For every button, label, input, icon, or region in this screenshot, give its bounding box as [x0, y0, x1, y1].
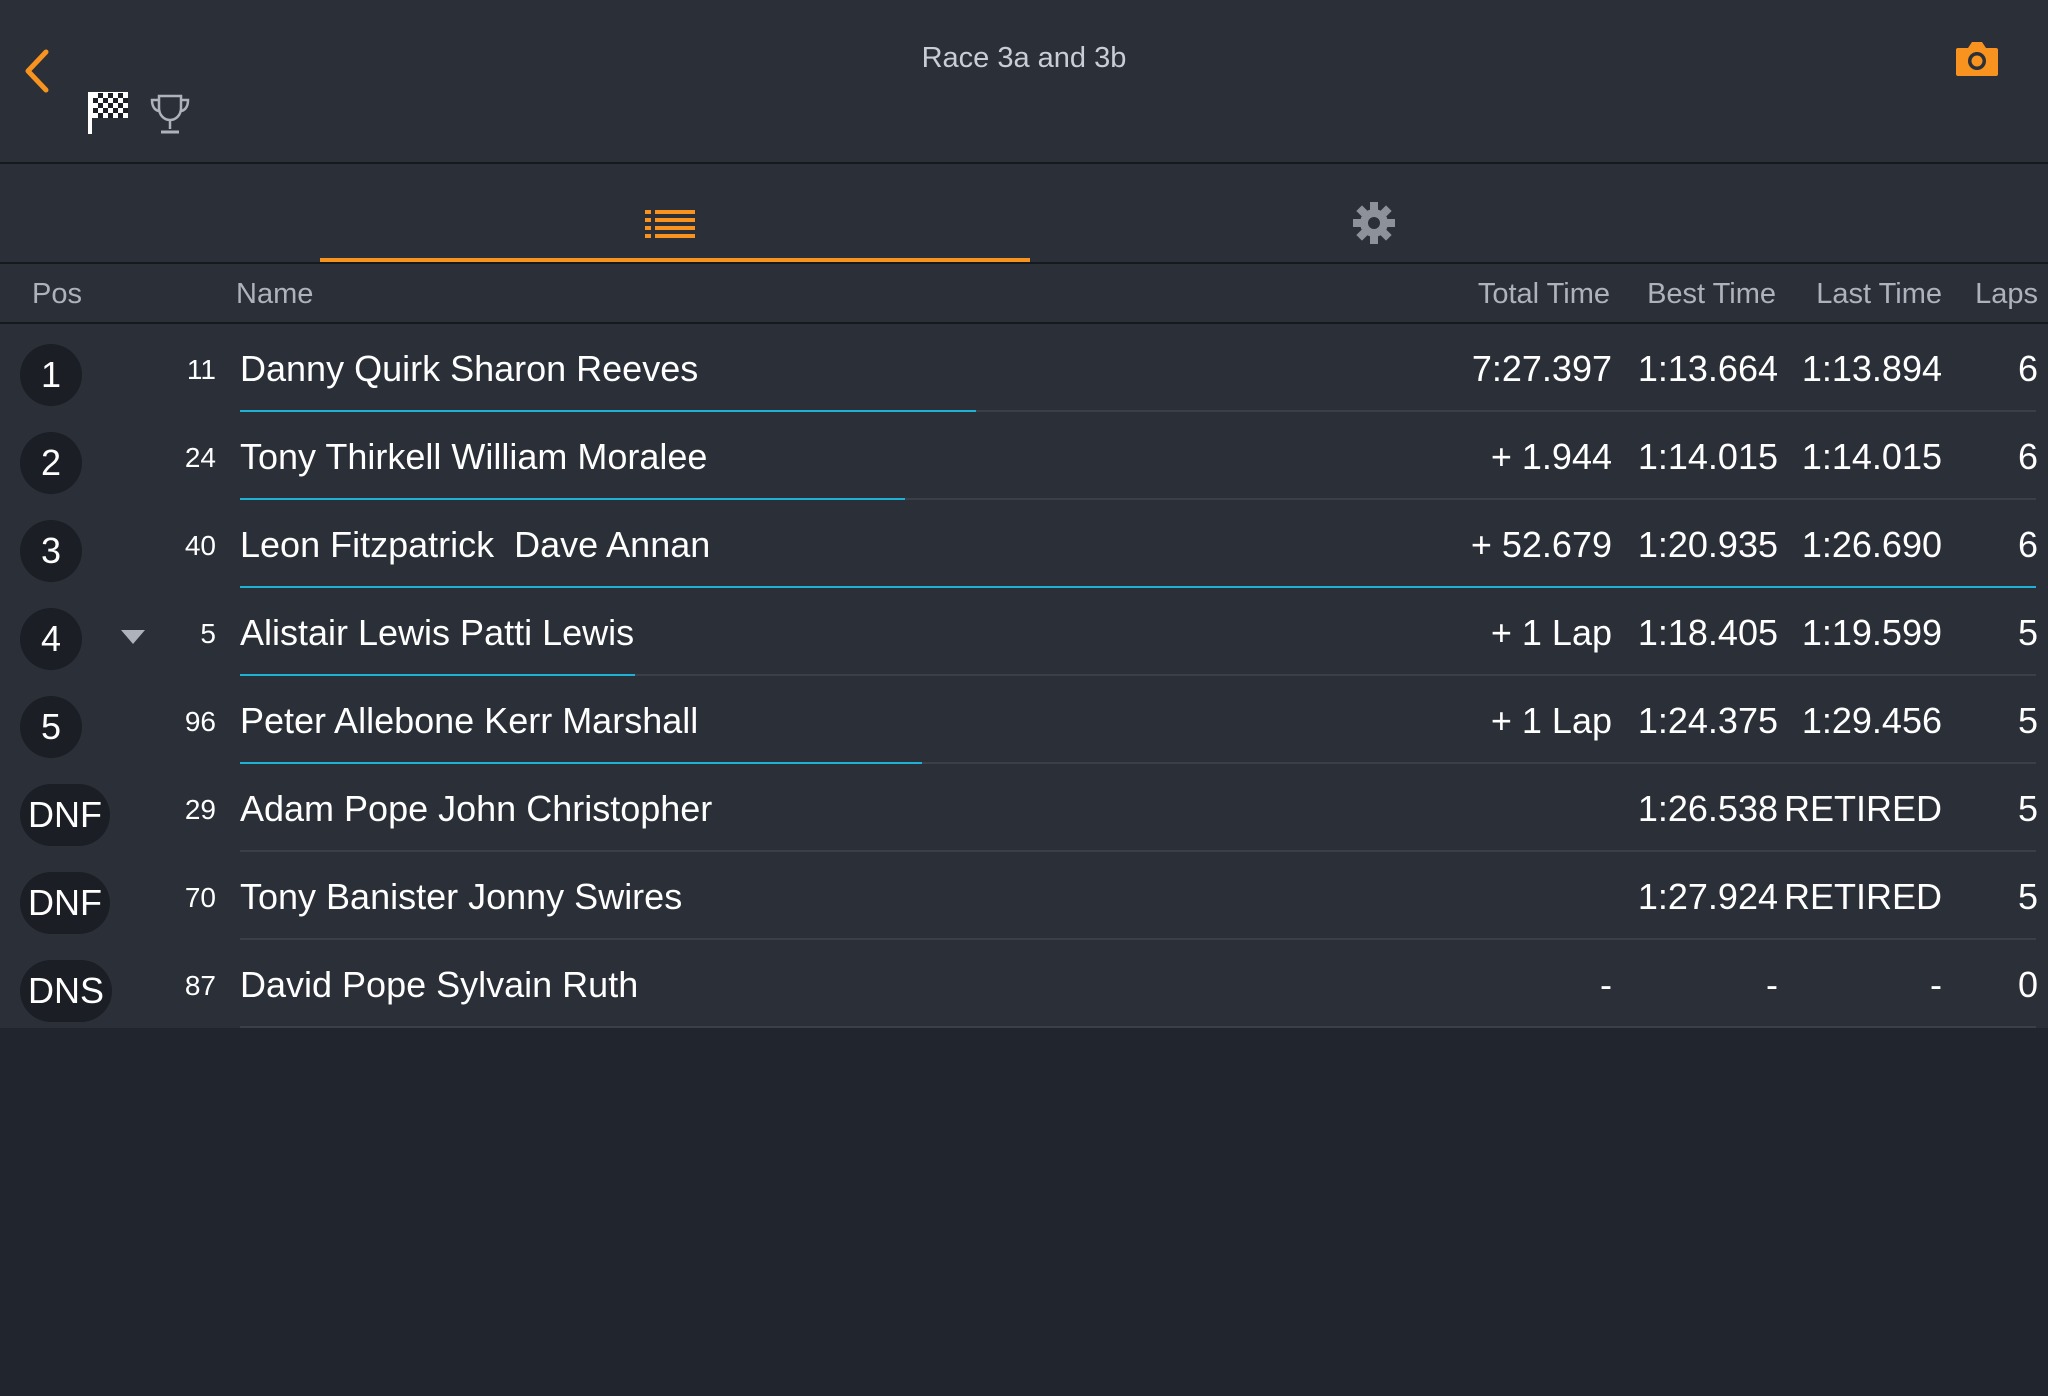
laps: 5 — [2017, 700, 2038, 741]
position-badge: 5 — [20, 696, 82, 758]
position-badge: 1 — [20, 344, 82, 406]
position-badge: DNF — [20, 784, 110, 846]
best-time: 1:24.375 — [1637, 700, 1778, 741]
list-icon — [645, 210, 695, 238]
driver-names: Leon Fitzpatrick Dave Annan — [240, 524, 711, 565]
driver-names: Tony Banister Jonny Swires — [240, 876, 683, 917]
total-time: + 1 Lap — [1490, 700, 1612, 741]
last-time: 1:14.015 — [1801, 436, 1942, 477]
last-time: 1:26.690 — [1801, 524, 1942, 565]
table-row[interactable]: 1 11 Danny Quirk Sharon Reeves 7:27.397 1:13… — [0, 324, 2048, 412]
active-tab-indicator — [320, 258, 1030, 262]
car-number: 96 — [184, 706, 216, 737]
col-header-laps[interactable]: Laps — [1975, 278, 2038, 311]
top-bar: Race 3a and 3b — [0, 0, 2048, 164]
best-time: 1:20.935 — [1637, 524, 1778, 565]
laps: 6 — [2017, 436, 2038, 477]
table-row[interactable]: 3 40 Leon Fitzpatrick Dave Annan + 52.679 1:… — [0, 500, 2048, 588]
column-headers: Pos Name Total Time Best Time Last Time … — [0, 264, 2048, 324]
table-row[interactable]: 2 24 Tony Thirkell William Moralee + 1.944 1… — [0, 412, 2048, 500]
col-header-best-time[interactable]: Best Time — [1647, 278, 1776, 311]
row-divider — [240, 1026, 2036, 1028]
last-time: - — [1930, 964, 1942, 1005]
best-time: - — [1766, 964, 1778, 1005]
position-badge: DNF — [20, 872, 110, 934]
table-row[interactable]: 4 5 Alistair Lewis Patti Lewis + 1 Lap 1:18.… — [0, 588, 2048, 676]
driver-names: Peter Allebone Kerr Marshall — [240, 700, 699, 741]
car-number: 87 — [184, 970, 216, 1001]
best-time: 1:26.538 — [1637, 788, 1778, 829]
laps: 6 — [2017, 348, 2038, 389]
col-header-name[interactable]: Name — [236, 278, 313, 311]
last-time: 1:29.456 — [1801, 700, 1942, 741]
best-time: 1:13.664 — [1637, 348, 1778, 389]
car-number: 24 — [184, 442, 216, 473]
checkered-flag-icon[interactable] — [86, 90, 132, 136]
driver-names: Tony Thirkell William Moralee — [240, 436, 708, 477]
car-number: 40 — [184, 530, 216, 561]
laps: 0 — [2017, 964, 2038, 1005]
table-row[interactable]: DNF 70 Tony Banister Jonny Swires 1:27.924 R… — [0, 852, 2048, 940]
car-number: 70 — [184, 882, 216, 913]
laps: 6 — [2017, 524, 2038, 565]
gear-icon — [1353, 202, 1395, 244]
car-number: 5 — [200, 618, 216, 649]
total-time: - — [1600, 964, 1612, 1005]
laps: 5 — [2017, 876, 2038, 917]
position-badge: 4 — [20, 608, 82, 670]
camera-icon[interactable] — [1954, 38, 2000, 78]
position-badge: 2 — [20, 432, 82, 494]
table-row[interactable]: DNF 29 Adam Pope John Christopher 1:26.538 R… — [0, 764, 2048, 852]
col-header-last-time[interactable]: Last Time — [1816, 278, 1942, 311]
driver-names: Adam Pope John Christopher — [240, 788, 713, 829]
col-header-pos[interactable]: Pos — [32, 278, 82, 311]
best-time: 1:14.015 — [1637, 436, 1778, 477]
car-number: 29 — [184, 794, 216, 825]
driver-names: Danny Quirk Sharon Reeves — [240, 348, 699, 389]
tab-bar — [0, 164, 2048, 264]
best-time: 1:27.924 — [1637, 876, 1778, 917]
page-title: Race 3a and 3b — [921, 42, 1127, 74]
total-time: 7:27.397 — [1471, 348, 1612, 389]
table-row[interactable]: 5 96 Peter Allebone Kerr Marshall + 1 Lap 1:… — [0, 676, 2048, 764]
position-down-arrow-icon — [121, 630, 145, 644]
last-time: 1:13.894 — [1801, 348, 1942, 389]
tab-results-list[interactable] — [320, 164, 1030, 262]
position-badge: 3 — [20, 520, 82, 582]
total-time: + 52.679 — [1470, 524, 1612, 565]
trophy-icon[interactable] — [148, 92, 192, 136]
position-badge: DNS — [20, 960, 113, 1022]
last-time: RETIRED — [1783, 876, 1942, 917]
total-time: + 1.944 — [1490, 436, 1612, 477]
total-time: + 1 Lap — [1490, 612, 1612, 653]
last-time: RETIRED — [1783, 788, 1942, 829]
col-header-total-time[interactable]: Total Time — [1478, 278, 1610, 311]
table-row[interactable]: DNS 87 David Pope Sylvain Ruth - - - 0 — [0, 940, 2048, 1028]
laps: 5 — [2017, 788, 2038, 829]
best-time: 1:18.405 — [1637, 612, 1778, 653]
car-number: 11 — [186, 354, 216, 385]
laps: 5 — [2017, 612, 2038, 653]
results-table: 1 11 Danny Quirk Sharon Reeves 7:27.397 1:13… — [0, 324, 2048, 1028]
driver-names: Alistair Lewis Patti Lewis — [240, 612, 635, 653]
tab-settings[interactable] — [1030, 164, 1730, 262]
last-time: 1:19.599 — [1801, 612, 1942, 653]
driver-names: David Pope Sylvain Ruth — [240, 964, 639, 1005]
